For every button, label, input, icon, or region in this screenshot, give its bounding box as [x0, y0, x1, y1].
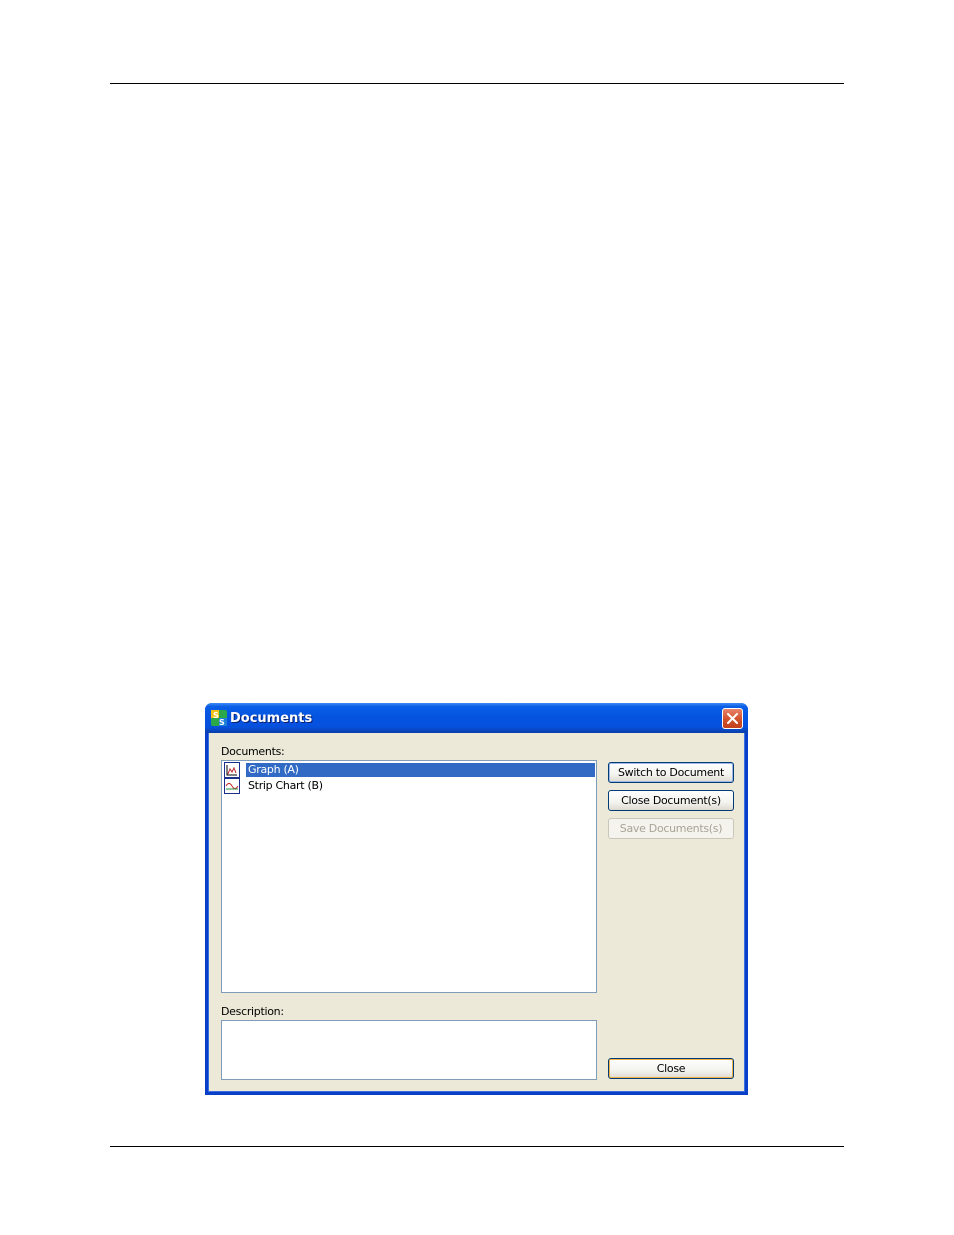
switch-to-document-button[interactable]: Switch to Document	[608, 762, 734, 783]
documents-label: Documents:	[221, 745, 285, 758]
list-item-label: Strip Chart (B)	[248, 779, 323, 792]
strip-chart-doc-icon	[224, 778, 240, 794]
graph-doc-icon	[224, 762, 240, 778]
title-close-button[interactable]	[722, 708, 743, 729]
save-documents-button: Save Documents(s)	[608, 818, 734, 839]
svg-text:S: S	[219, 718, 225, 726]
description-label: Description:	[221, 1005, 284, 1018]
close-documents-button[interactable]: Close Document(s)	[608, 790, 734, 811]
app-icon: S S	[211, 710, 227, 726]
documents-dialog: S S Documents Documents: Graph (A) Strip…	[205, 703, 748, 1095]
page-footer-rule	[110, 1146, 844, 1147]
description-field[interactable]	[221, 1020, 597, 1080]
list-item[interactable]: Graph (A)	[223, 762, 595, 778]
list-item[interactable]: Strip Chart (B)	[223, 778, 595, 794]
page-header-rule	[110, 83, 844, 84]
close-icon	[727, 713, 738, 724]
close-button[interactable]: Close	[608, 1058, 734, 1079]
documents-list[interactable]: Graph (A) Strip Chart (B)	[221, 760, 597, 993]
dialog-title: Documents	[230, 711, 313, 726]
list-item-label: Graph (A)	[246, 763, 595, 777]
dialog-titlebar[interactable]: S S Documents	[205, 703, 748, 733]
